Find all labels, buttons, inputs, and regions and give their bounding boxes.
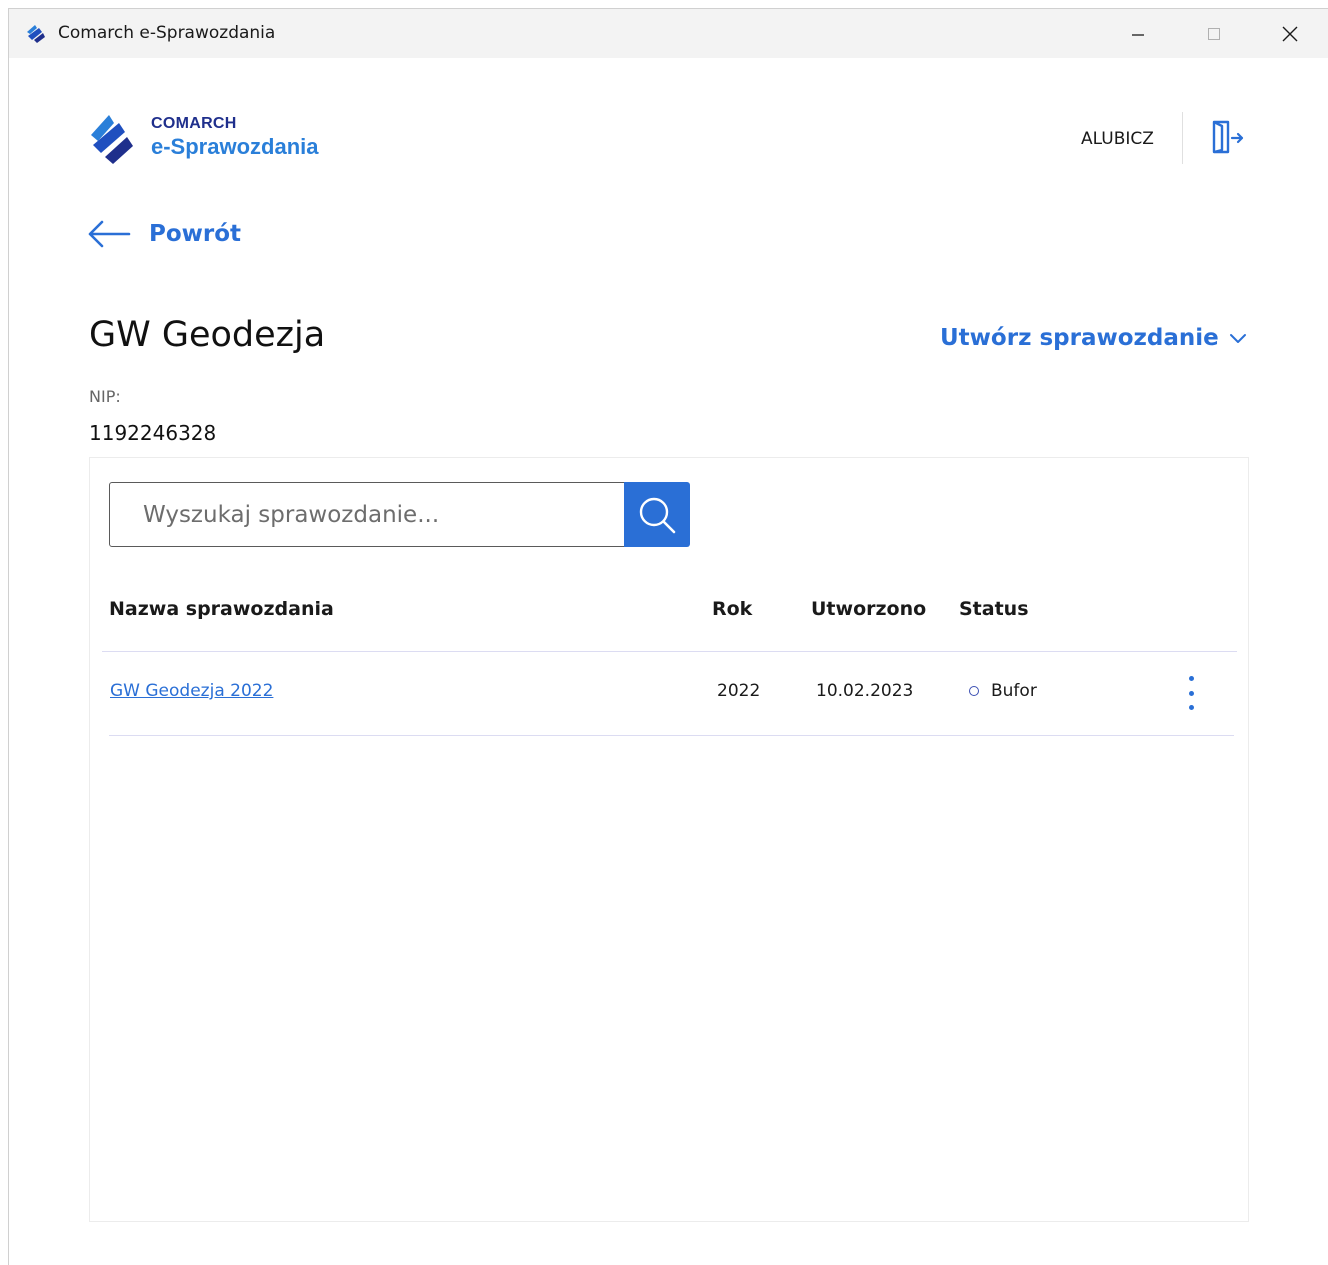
report-created-date: 10.02.2023 <box>816 681 914 701</box>
search-icon <box>639 497 676 533</box>
app-window: Comarch e-Sprawozdania COMARCH e-Sprawoz… <box>8 8 1328 1265</box>
table-row-divider <box>109 735 1234 736</box>
close-icon <box>1282 26 1298 41</box>
logout-icon[interactable] <box>1209 119 1251 155</box>
kebab-dot-icon <box>1188 690 1194 696</box>
minimize-button[interactable] <box>1103 9 1173 58</box>
column-header-year[interactable]: Rok <box>712 598 752 620</box>
window-title: Comarch e-Sprawozdania <box>58 23 276 43</box>
report-status-label: Bufor <box>991 681 1037 701</box>
chevron-down-icon <box>1229 334 1246 343</box>
create-report-dropdown[interactable]: Utwórz sprawozdanie <box>940 325 1247 351</box>
user-name[interactable]: ALUBICZ <box>1081 129 1154 149</box>
reports-panel: Nazwa sprawozdania Rok Utworzono Status … <box>89 457 1249 1222</box>
page-title: GW Geodezja <box>89 315 326 355</box>
minimize-icon <box>1132 33 1144 36</box>
table-row: GW Geodezja 2022 2022 10.02.2023 Bufor <box>102 652 1237 736</box>
column-header-created[interactable]: Utworzono <box>811 598 926 620</box>
report-name-link[interactable]: GW Geodezja 2022 <box>110 681 273 701</box>
maximize-button[interactable] <box>1179 9 1249 58</box>
column-header-status[interactable]: Status <box>959 598 1029 620</box>
kebab-dot-icon <box>1188 705 1194 710</box>
report-year: 2022 <box>717 681 761 701</box>
nip-label: NIP: <box>89 387 121 406</box>
app-logo-icon <box>27 25 45 43</box>
title-bar: Comarch e-Sprawozdania <box>9 9 1328 58</box>
close-button[interactable] <box>1255 9 1325 58</box>
column-header-name[interactable]: Nazwa sprawozdania <box>109 598 334 620</box>
row-actions-button[interactable] <box>1179 676 1203 710</box>
header-divider <box>1182 112 1183 164</box>
create-report-label: Utwórz sprawozdanie <box>940 325 1219 351</box>
search-input[interactable] <box>110 483 624 546</box>
search-button[interactable] <box>624 482 690 547</box>
arrow-left-icon <box>88 220 131 248</box>
product-name: e-Sprawozdania <box>151 134 319 159</box>
maximize-icon <box>1208 27 1220 40</box>
nip-value: 1192246328 <box>89 421 217 445</box>
back-link[interactable]: Powrót <box>87 219 241 249</box>
search-field <box>109 482 625 547</box>
back-label: Powrót <box>149 221 242 247</box>
status-dot-icon <box>969 686 979 696</box>
comarch-logo-icon <box>91 115 133 164</box>
brand-name: COMARCH <box>151 115 237 132</box>
report-status: Bufor <box>969 681 1037 701</box>
kebab-dot-icon <box>1188 676 1194 681</box>
